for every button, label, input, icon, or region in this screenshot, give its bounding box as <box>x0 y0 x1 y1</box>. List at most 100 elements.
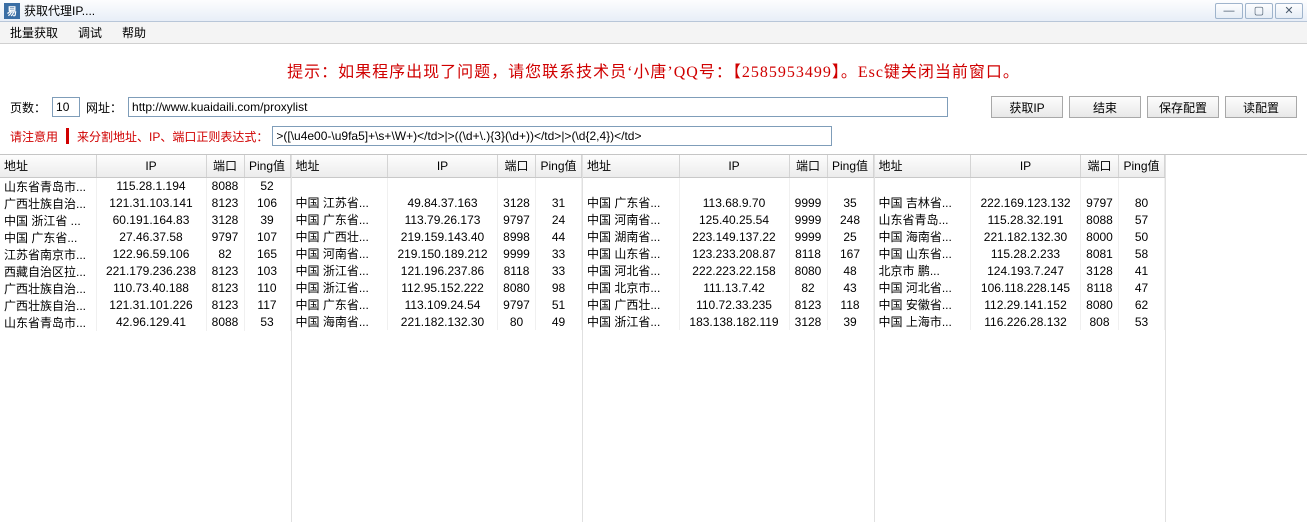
column-header-ping[interactable]: Ping值 <box>1119 155 1165 177</box>
cell-addr: 中国 海南省... <box>292 313 388 330</box>
cell-addr: 北京市 鹏... <box>875 262 971 279</box>
end-button[interactable]: 结束 <box>1069 96 1141 118</box>
column-header-addr[interactable]: 地址 <box>292 155 388 177</box>
table-row[interactable]: 中国 浙江省 ...60.191.164.83312839 <box>0 212 290 229</box>
table-row[interactable]: 山东省青岛市...42.96.129.41808853 <box>0 314 290 331</box>
regex-prefix: 请注意用 <box>10 128 58 145</box>
cell-addr: 山东省青岛市... <box>0 314 96 331</box>
column-header-addr[interactable]: 地址 <box>583 155 679 177</box>
column-header-ip[interactable]: IP <box>679 155 789 177</box>
cell-addr: 中国 广东省... <box>292 296 388 313</box>
table-row[interactable]: 中国 河南省...125.40.25.549999248 <box>583 211 873 228</box>
cell-ping: 118 <box>827 296 873 313</box>
table-row[interactable]: 中国 广东省...27.46.37.589797107 <box>0 229 290 246</box>
table-row[interactable]: 中国 浙江省...121.196.237.86811833 <box>292 262 582 279</box>
table-row[interactable] <box>583 177 873 194</box>
cell-ping: 44 <box>536 228 582 245</box>
cell-ping: 80 <box>1119 194 1165 211</box>
table-row[interactable]: 中国 广西壮...110.72.33.2358123118 <box>583 296 873 313</box>
table-row[interactable]: 中国 广东省...113.68.9.70999935 <box>583 194 873 211</box>
cell-addr: 中国 河南省... <box>583 211 679 228</box>
table-row[interactable] <box>875 177 1165 194</box>
separator-bar-icon <box>66 128 69 144</box>
column-header-port[interactable]: 端口 <box>789 155 827 177</box>
cell-ip: 223.149.137.22 <box>679 228 789 245</box>
column-header-ping[interactable]: Ping值 <box>827 155 873 177</box>
column-header-ip[interactable]: IP <box>388 155 498 177</box>
cell-ping: 33 <box>536 262 582 279</box>
cell-addr: 广西壮族自治... <box>0 195 96 212</box>
cell-ping: 31 <box>536 194 582 211</box>
cell-ping: 106 <box>244 195 290 212</box>
regex-input[interactable] <box>272 126 832 146</box>
table-row[interactable]: 中国 湖南省...223.149.137.22999925 <box>583 228 873 245</box>
table-row[interactable]: 中国 吉林省...222.169.123.132979780 <box>875 194 1165 211</box>
table-row[interactable]: 山东省青岛市...115.28.1.194808852 <box>0 177 290 195</box>
table-row[interactable]: 北京市 鹏...124.193.7.247312841 <box>875 262 1165 279</box>
table-row[interactable]: 中国 山东省...123.233.208.878118167 <box>583 245 873 262</box>
fetch-ip-button[interactable]: 获取IP <box>991 96 1063 118</box>
hint-text: 提示：如果程序出现了问题，请您联系技术员‘小唐’QQ号：【2585953499】… <box>0 44 1307 92</box>
column-header-port[interactable]: 端口 <box>206 155 244 177</box>
table-row[interactable]: 中国 江苏省...49.84.37.163312831 <box>292 194 582 211</box>
table-row[interactable]: 中国 河北省...222.223.22.158808048 <box>583 262 873 279</box>
cell-ping: 53 <box>1119 313 1165 330</box>
table-row[interactable] <box>292 177 582 194</box>
menu-help[interactable]: 帮助 <box>118 22 150 43</box>
table-row[interactable]: 中国 河北省...106.118.228.145811847 <box>875 279 1165 296</box>
cell-port: 8088 <box>206 177 244 195</box>
cell-ip: 222.223.22.158 <box>679 262 789 279</box>
menu-debug[interactable]: 调试 <box>74 22 106 43</box>
pages-label: 页数： <box>10 99 46 116</box>
column-header-ip[interactable]: IP <box>96 155 206 177</box>
table-row[interactable]: 中国 安徽省...112.29.141.152808062 <box>875 296 1165 313</box>
menu-batch[interactable]: 批量获取 <box>6 22 62 43</box>
load-config-button[interactable]: 读配置 <box>1225 96 1297 118</box>
titlebar: 易 获取代理IP.... ― ▢ ✕ <box>0 0 1307 22</box>
table-row[interactable]: 中国 上海市...116.226.28.13280853 <box>875 313 1165 330</box>
table-row[interactable]: 西藏自治区拉...221.179.236.2388123103 <box>0 263 290 280</box>
cell-ip: 123.233.208.87 <box>679 245 789 262</box>
table-row[interactable]: 广西壮族自治...121.31.101.2268123117 <box>0 297 290 314</box>
table-row[interactable]: 中国 广西壮...219.159.143.40899844 <box>292 228 582 245</box>
column-header-ping[interactable]: Ping值 <box>536 155 582 177</box>
table-row[interactable]: 山东省青岛...115.28.32.191808857 <box>875 211 1165 228</box>
cell-addr: 西藏自治区拉... <box>0 263 96 280</box>
table-row[interactable]: 广西壮族自治...121.31.103.1418123106 <box>0 195 290 212</box>
column-header-ip[interactable]: IP <box>971 155 1081 177</box>
table-row[interactable]: 中国 浙江省...183.138.182.119312839 <box>583 313 873 330</box>
table-row[interactable]: 中国 海南省...221.182.132.308049 <box>292 313 582 330</box>
table-row[interactable]: 中国 海南省...221.182.132.30800050 <box>875 228 1165 245</box>
cell-ip: 113.109.24.54 <box>388 296 498 313</box>
cell-port: 8998 <box>498 228 536 245</box>
cell-ip: 122.96.59.106 <box>96 246 206 263</box>
minimize-button[interactable]: ― <box>1215 3 1243 19</box>
table-row[interactable]: 中国 北京市...111.13.7.428243 <box>583 279 873 296</box>
save-config-button[interactable]: 保存配置 <box>1147 96 1219 118</box>
cell-port: 808 <box>1081 313 1119 330</box>
table-row[interactable]: 广西壮族自治...110.73.40.1888123110 <box>0 280 290 297</box>
table-row[interactable]: 中国 山东省...115.28.2.233808158 <box>875 245 1165 262</box>
cell-addr: 中国 广西壮... <box>292 228 388 245</box>
pages-input[interactable] <box>52 97 80 117</box>
table-row[interactable]: 中国 浙江省...112.95.152.222808098 <box>292 279 582 296</box>
close-button[interactable]: ✕ <box>1275 3 1303 19</box>
cell-ping: 33 <box>536 245 582 262</box>
column-header-port[interactable]: 端口 <box>498 155 536 177</box>
table-row[interactable]: 中国 广东省...113.109.24.54979751 <box>292 296 582 313</box>
cell-ip: 121.31.103.141 <box>96 195 206 212</box>
cell-port: 9797 <box>1081 194 1119 211</box>
table-row[interactable]: 江苏省南京市...122.96.59.10682165 <box>0 246 290 263</box>
column-header-port[interactable]: 端口 <box>1081 155 1119 177</box>
column-header-ping[interactable]: Ping值 <box>244 155 290 177</box>
column-header-addr[interactable]: 地址 <box>875 155 971 177</box>
url-input[interactable] <box>128 97 948 117</box>
maximize-button[interactable]: ▢ <box>1245 3 1273 19</box>
table-row[interactable]: 中国 广东省...113.79.26.173979724 <box>292 211 582 228</box>
cell-port: 9999 <box>789 194 827 211</box>
cell-port: 8088 <box>206 314 244 331</box>
cell-port: 9797 <box>498 296 536 313</box>
column-header-addr[interactable]: 地址 <box>0 155 96 177</box>
cell-port: 9999 <box>789 228 827 245</box>
table-row[interactable]: 中国 河南省...219.150.189.212999933 <box>292 245 582 262</box>
